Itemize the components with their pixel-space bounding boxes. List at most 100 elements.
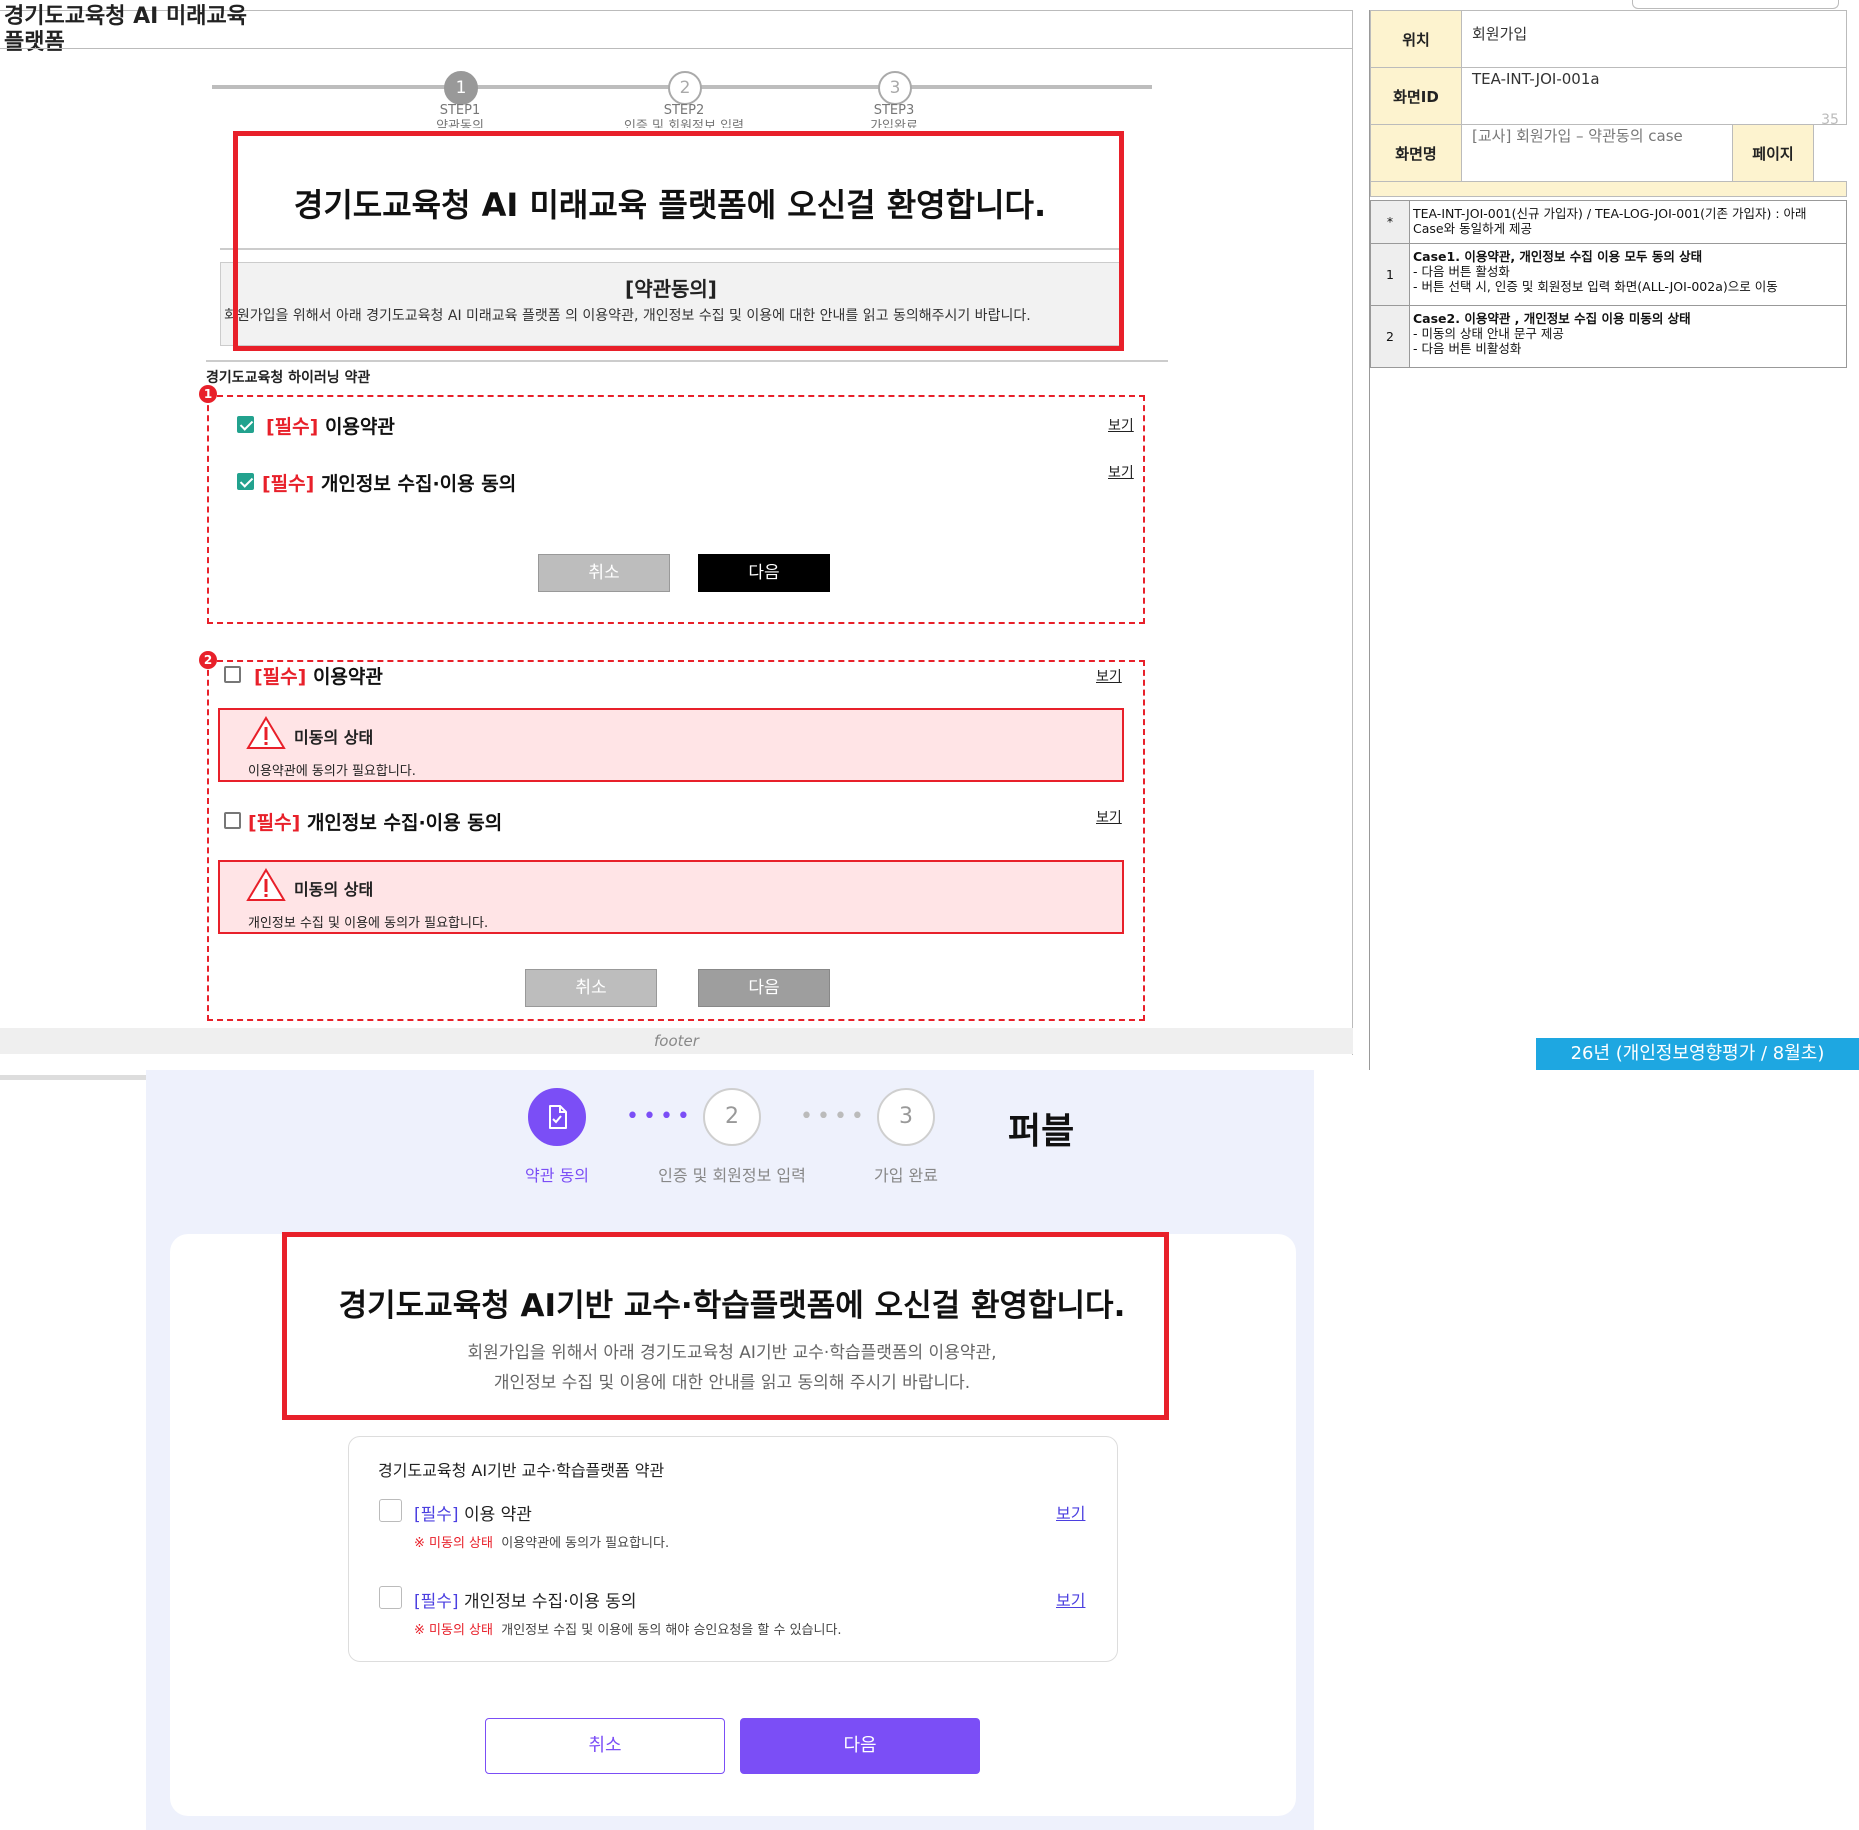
warning-icon bbox=[246, 716, 286, 749]
required-tag: [필수] bbox=[254, 666, 307, 688]
page-value: 35 bbox=[1821, 112, 1839, 128]
description-text: Case2. 이용약관 , 개인정보 수집 이용 미동의 상태 - 미동의 상태… bbox=[1413, 311, 1691, 356]
case2-terms-alert: 미동의 상태 이용약관에 동의가 필요합니다. bbox=[218, 708, 1124, 782]
page-label: 페이지 bbox=[1732, 124, 1814, 182]
warning-message: 개인정보 수집 및 이용에 동의 해야 승인요청을 할 수 있습니다. bbox=[501, 1623, 842, 1638]
case2-terms-view-link[interactable]: 보기 bbox=[1096, 666, 1122, 686]
description-line: Case2. 이용약관 , 개인정보 수집 이용 미동의 상태 bbox=[1413, 311, 1691, 326]
wireframe-step-2-circle: 2 bbox=[668, 71, 702, 105]
mock-terms-heading: 경기도교육청 AI기반 교수·학습플랫폼 약관 bbox=[378, 1461, 665, 1480]
step-3-code: STEP3 bbox=[873, 103, 915, 118]
wireframe-terms-divider bbox=[206, 360, 1168, 362]
case2-cancel-button[interactable]: 취소 bbox=[525, 969, 657, 1007]
case1-next-button[interactable]: 다음 bbox=[698, 554, 830, 592]
mock-terms-view-link[interactable]: 보기 bbox=[1056, 1500, 1085, 1524]
description-line: - 버튼 선택 시, 인증 및 회원정보 입력 화면(ALL-JOI-002a)… bbox=[1413, 279, 1778, 294]
required-tag: [필수] bbox=[262, 473, 315, 495]
case1-terms-view-link[interactable]: 보기 bbox=[1108, 415, 1134, 435]
wireframe-right-border bbox=[1352, 10, 1353, 1055]
description-line: Case1. 이용약관, 개인정보 수집 이용 모두 동의 상태 bbox=[1413, 249, 1703, 264]
wireframe-header-rule bbox=[0, 48, 1353, 49]
alert-title: 미동의 상태 bbox=[294, 728, 374, 747]
description-marker: 2 bbox=[1371, 306, 1410, 367]
mock-step-2-label: 인증 및 회원정보 입력 bbox=[658, 1166, 806, 1185]
mock-step-3-circle: 3 bbox=[877, 1088, 935, 1146]
mock-privacy-checkbox[interactable] bbox=[379, 1586, 402, 1609]
step-2-code: STEP2 bbox=[663, 103, 705, 118]
step-2-name: 인증 및 회원정보 입력 bbox=[623, 119, 745, 128]
review-highlight-box-top bbox=[233, 131, 1124, 351]
wireframe-bottom-rule bbox=[0, 1075, 146, 1080]
alert-title: 미동의 상태 bbox=[294, 880, 374, 899]
privacy-name: 개인정보 수집·이용 동의 bbox=[314, 473, 517, 495]
wireframe-terms-heading: 경기도교육청 하이러닝 약관 bbox=[206, 370, 371, 386]
screen-name-label: 화면명 bbox=[1370, 124, 1462, 182]
case2-badge: 2 bbox=[199, 651, 217, 669]
screen-id-label: 화면ID bbox=[1370, 67, 1462, 125]
description-line: - 미동의 상태 안내 문구 제공 bbox=[1413, 326, 1564, 341]
case1-privacy-view-link[interactable]: 보기 bbox=[1108, 462, 1134, 482]
description-line: - 다음 버튼 활성화 bbox=[1413, 264, 1510, 279]
mock-cancel-button[interactable]: 취소 bbox=[485, 1718, 725, 1774]
mock-privacy-warning: ※ 미동의 상태 개인정보 수집 및 이용에 동의 해야 승인요청을 할 수 있… bbox=[414, 1619, 842, 1638]
wireframe-step-3-label: STEP3 가입완료 bbox=[794, 103, 994, 128]
required-tag: [필수] bbox=[266, 416, 319, 438]
case2-privacy-checkbox[interactable] bbox=[224, 812, 241, 829]
case2-next-button-disabled[interactable]: 다음 bbox=[698, 969, 830, 1007]
info-panel-top-tab bbox=[1632, 0, 1839, 9]
wireframe-step-1-label: STEP1 약관동의 bbox=[360, 103, 560, 128]
mock-next-button[interactable]: 다음 bbox=[740, 1718, 980, 1774]
mock-privacy-view-link[interactable]: 보기 bbox=[1056, 1587, 1085, 1611]
privacy-name: 개인정보 수집·이용 동의 bbox=[300, 812, 503, 834]
mock-step-1-label: 약관 동의 bbox=[525, 1166, 589, 1185]
alert-message: 이용약관에 동의가 필요합니다. bbox=[248, 764, 416, 779]
description-row-general: * TEA-INT-JOI-001(신규 가입자) / TEA-LOG-JOI-… bbox=[1370, 200, 1847, 244]
mock-step-2-circle: 2 bbox=[703, 1088, 761, 1146]
privacy-name: 개인정보 수집·이용 동의 bbox=[458, 1592, 637, 1612]
description-line: TEA-INT-JOI-001(신규 가입자) / TEA-LOG-JOI-00… bbox=[1413, 206, 1807, 221]
description-row-case1: 1 Case1. 이용약관, 개인정보 수집 이용 모두 동의 상태 - 다음 … bbox=[1370, 243, 1847, 306]
case2-privacy-alert: 미동의 상태 개인정보 수집 및 이용에 동의가 필요합니다. bbox=[218, 860, 1124, 934]
mock-privacy-label: [필수] 개인정보 수집·이용 동의 bbox=[414, 1587, 637, 1612]
case1-cancel-button[interactable]: 취소 bbox=[538, 554, 670, 592]
description-marker: 1 bbox=[1371, 244, 1410, 305]
case1-badge: 1 bbox=[199, 385, 217, 403]
mock-step-1-circle bbox=[528, 1088, 586, 1146]
case2-privacy-view-link[interactable]: 보기 bbox=[1096, 807, 1122, 827]
document-check-icon bbox=[549, 1105, 567, 1129]
case1-privacy-checkbox[interactable] bbox=[237, 473, 254, 490]
mock-terms-checkbox[interactable] bbox=[379, 1499, 402, 1522]
terms-name: 이용 약관 bbox=[458, 1505, 532, 1525]
case2-privacy-label: [필수] 개인정보 수집·이용 동의 bbox=[248, 808, 502, 835]
wireframe-step-3-circle: 3 bbox=[878, 71, 912, 105]
site-title-line1: 경기도교육청 AI 미래교육 bbox=[4, 4, 247, 29]
case1-privacy-label: [필수] 개인정보 수집·이용 동의 bbox=[262, 469, 516, 496]
mock-brand-label: 퍼블 bbox=[1008, 1111, 1075, 1152]
info-panel-yellow-strip bbox=[1370, 181, 1847, 197]
required-tag: [필수] bbox=[414, 1505, 459, 1525]
location-value: 회원가입 bbox=[1461, 10, 1847, 68]
warning-message: 이용약관에 동의가 필요합니다. bbox=[501, 1536, 670, 1551]
description-text: Case1. 이용약관, 개인정보 수집 이용 모두 동의 상태 - 다음 버튼… bbox=[1413, 249, 1778, 294]
case2-terms-label: [필수] 이용약관 bbox=[254, 662, 383, 689]
case2-terms-checkbox[interactable] bbox=[224, 666, 241, 683]
case1-terms-checkbox[interactable] bbox=[237, 416, 254, 433]
screen-name-value: [교사] 회원가입 – 약관동의 case bbox=[1461, 124, 1733, 182]
required-tag: [필수] bbox=[414, 1592, 459, 1612]
warning-mark: ※ 미동의 상태 bbox=[414, 1623, 493, 1638]
wireframe-step-2-label: STEP2 인증 및 회원정보 입력 bbox=[584, 103, 784, 128]
step-1-code: STEP1 bbox=[439, 103, 481, 118]
alert-message: 개인정보 수집 및 이용에 동의가 필요합니다. bbox=[248, 916, 489, 931]
wireframe-step-1-circle: 1 bbox=[444, 71, 478, 105]
wireframe-footer: footer bbox=[0, 1028, 1353, 1054]
terms-name: 이용약관 bbox=[306, 666, 383, 688]
mock-step-3-label: 가입 완료 bbox=[874, 1166, 938, 1185]
mock-terms-warning: ※ 미동의 상태 이용약관에 동의가 필요합니다. bbox=[414, 1532, 669, 1551]
description-line: - 다음 버튼 비활성화 bbox=[1413, 341, 1522, 356]
terms-name: 이용약관 bbox=[318, 416, 395, 438]
case1-terms-label: [필수] 이용약관 bbox=[266, 412, 395, 439]
warning-icon bbox=[246, 868, 286, 901]
location-label: 위치 bbox=[1370, 10, 1462, 68]
screen-id-value: TEA-INT-JOI-001a bbox=[1461, 67, 1847, 125]
mock-step-connector-active: •••• bbox=[626, 1104, 694, 1129]
